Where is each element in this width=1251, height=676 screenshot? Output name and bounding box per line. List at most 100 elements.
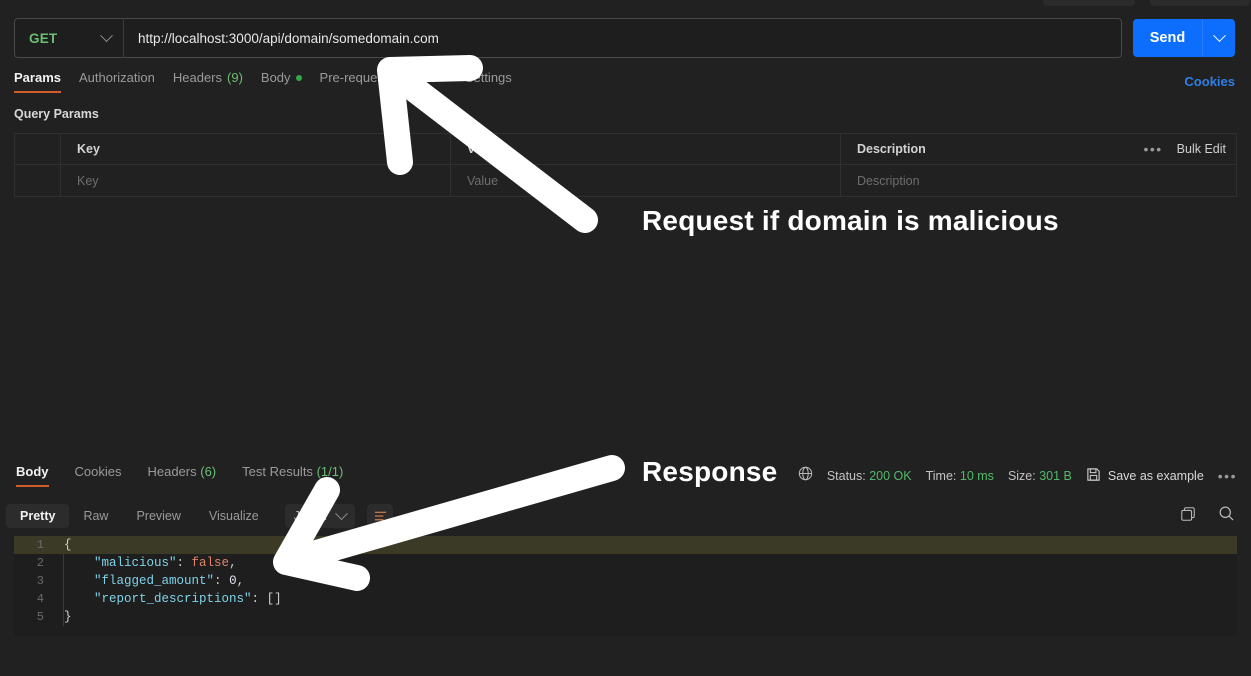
tab-tests[interactable]: Tests	[405, 70, 464, 93]
chevron-down-icon	[335, 506, 348, 520]
code-line: 4 "report_descriptions": []	[14, 590, 1237, 608]
editor-tools	[1180, 505, 1245, 527]
column-header-key: Key	[77, 142, 100, 156]
response-tab-strip: Body Cookies Headers (6) Test Results (1…	[6, 464, 359, 487]
tab-authorization[interactable]: Authorization	[79, 70, 173, 93]
format-tab-pretty[interactable]: Pretty	[6, 504, 70, 528]
response-format-bar: Pretty Raw Preview Visualize JSON	[6, 500, 1245, 532]
chevron-down-icon	[100, 28, 113, 42]
body-format-select[interactable]: JSON	[284, 504, 356, 528]
search-icon[interactable]	[1218, 505, 1235, 527]
tab-label: Headers	[147, 464, 197, 479]
response-body-editor[interactable]: 1 { 2 "malicious": false, 3 "flagged_amo…	[14, 536, 1237, 636]
tab-label: Tests	[405, 70, 436, 85]
table-row: Key Value Description	[15, 165, 1236, 196]
time-label: Time:	[925, 469, 957, 483]
annotation-response-note: Response	[642, 456, 778, 487]
tab-count: (6)	[200, 464, 217, 479]
status-value: 200 OK	[869, 469, 912, 483]
code-text: "malicious": false,	[94, 556, 237, 570]
table-header-row: Key Value Description ••• Bulk Edit	[15, 134, 1236, 165]
send-options-button[interactable]	[1202, 19, 1235, 57]
http-method-label: GET	[29, 30, 58, 46]
line-number: 4	[36, 592, 44, 606]
wrap-lines-button[interactable]	[367, 504, 394, 528]
line-number: 1	[36, 538, 44, 552]
tab-count: (1/1)	[316, 464, 344, 479]
tab-settings[interactable]: Settings	[465, 70, 530, 93]
time-value: 10 ms	[959, 469, 994, 483]
param-value-input[interactable]: Value	[467, 174, 498, 188]
param-key-input[interactable]: Key	[77, 174, 99, 188]
send-button[interactable]: Send	[1133, 19, 1202, 57]
line-number: 3	[36, 574, 44, 588]
chevron-down-icon	[1212, 28, 1226, 42]
postman-window: GET http://localhost:3000/api/domain/som…	[0, 0, 1251, 676]
code-line: 1 {	[14, 536, 1237, 554]
code-line: 2 "malicious": false,	[14, 554, 1237, 572]
save-icon	[1086, 467, 1101, 485]
tab-label: Settings	[464, 70, 512, 85]
code-text: }	[64, 610, 72, 624]
modified-dot-icon	[295, 74, 302, 81]
row-checkbox-cell[interactable]	[15, 165, 61, 196]
globe-icon[interactable]	[798, 466, 813, 486]
select-all-checkbox-cell[interactable]	[15, 134, 61, 164]
response-meta: Status: 200 OK Time: 10 ms Size: 301 B S…	[798, 466, 1237, 486]
line-number: 5	[36, 610, 44, 624]
tab-pre-request[interactable]: Pre-request	[320, 70, 406, 93]
tab-label: Params	[14, 70, 61, 85]
annotation-request-note: Request if domain is malicious	[642, 205, 1059, 236]
code-line: 5 }	[14, 608, 1237, 626]
code-text: "report_descriptions": []	[94, 592, 282, 606]
tab-headers[interactable]: Headers (9)	[173, 70, 261, 93]
save-as-example-button[interactable]: Save as example	[1086, 467, 1204, 485]
format-tab-preview[interactable]: Preview	[122, 504, 194, 528]
more-options-icon[interactable]: •••	[1143, 142, 1162, 156]
response-tab-cookies[interactable]: Cookies	[65, 464, 138, 487]
line-number: 2	[36, 556, 44, 570]
format-tab-visualize[interactable]: Visualize	[195, 504, 273, 528]
code-line: 3 "flagged_amount": 0,	[14, 572, 1237, 590]
request-url-bar: GET http://localhost:3000/api/domain/som…	[14, 18, 1122, 58]
tab-count: (9)	[227, 70, 243, 85]
http-method-select[interactable]: GET	[15, 19, 123, 57]
response-tab-body[interactable]: Body	[6, 464, 65, 487]
tab-label: Body	[260, 70, 291, 85]
tab-label: Cookies	[74, 464, 122, 479]
url-input[interactable]: http://localhost:3000/api/domain/somedom…	[124, 19, 1121, 57]
tab-label: Authorization	[78, 70, 155, 85]
query-params-title: Query Params	[14, 107, 99, 121]
body-format-value: JSON	[293, 509, 328, 523]
tab-label: Pre-request	[319, 70, 388, 85]
tab-params[interactable]: Params	[14, 70, 79, 93]
status-label-group: Status: 200 OK	[827, 469, 912, 483]
response-tab-headers[interactable]: Headers (6)	[137, 464, 232, 487]
query-params-table: Key Value Description ••• Bulk Edit Key …	[14, 133, 1237, 197]
save-as-example-label: Save as example	[1107, 469, 1204, 483]
response-tab-test-results[interactable]: Test Results (1/1)	[232, 464, 359, 487]
top-chrome-stub-right	[1150, 0, 1250, 6]
tab-body[interactable]: Body	[261, 70, 320, 93]
tab-label: Body	[16, 464, 49, 479]
column-header-value: Value	[467, 142, 500, 156]
copy-icon[interactable]	[1180, 506, 1196, 527]
time-label-group: Time: 10 ms	[926, 469, 994, 483]
code-text: {	[64, 538, 72, 552]
column-header-description: Description	[857, 142, 926, 156]
tab-label: Test Results	[242, 464, 313, 479]
size-label-group: Size: 301 B	[1008, 469, 1072, 483]
top-chrome-stub-left	[1043, 0, 1135, 6]
format-tab-raw[interactable]: Raw	[69, 504, 122, 528]
size-value: 301 B	[1039, 469, 1072, 483]
status-label: Status:	[826, 469, 866, 483]
cookies-link[interactable]: Cookies	[1184, 74, 1235, 89]
tab-label: Headers	[172, 70, 223, 85]
response-more-options-icon[interactable]: •••	[1218, 469, 1237, 483]
param-description-input[interactable]: Description	[857, 174, 920, 188]
modified-dot-icon	[440, 74, 447, 81]
bulk-edit-button[interactable]: Bulk Edit	[1177, 142, 1226, 156]
code-text: "flagged_amount": 0,	[94, 574, 245, 588]
size-label: Size:	[1007, 469, 1036, 483]
request-tab-strip: Params Authorization Headers (9) Body Pr…	[14, 70, 530, 96]
